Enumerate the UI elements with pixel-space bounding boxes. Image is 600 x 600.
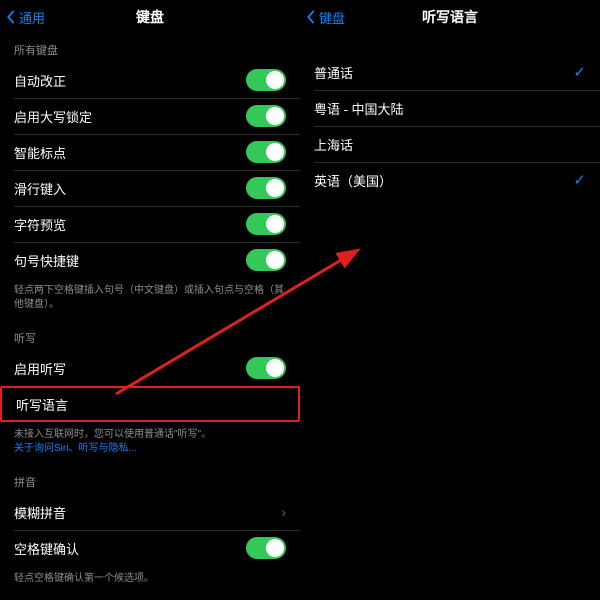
toggle-icon[interactable] [246, 177, 286, 199]
chevron-left-icon [306, 10, 316, 24]
row-period-shortcut[interactable]: 句号快捷键 [0, 242, 300, 278]
check-icon: ✓ [573, 171, 586, 189]
label: 字符预览 [14, 215, 66, 234]
label: 粤语 - 中国大陆 [314, 99, 404, 118]
back-button-general[interactable]: 通用 [6, 8, 45, 27]
label: 听写语言 [16, 395, 68, 414]
label: 句号快捷键 [14, 251, 79, 270]
back-label: 键盘 [319, 8, 345, 27]
row-caps-lock[interactable]: 启用大写锁定 [0, 98, 300, 134]
label: 启用大写锁定 [14, 107, 92, 126]
toggle-icon[interactable] [246, 213, 286, 235]
row-space-confirm[interactable]: 空格键确认 [0, 530, 300, 566]
row-auto-correct[interactable]: 自动改正 [0, 62, 300, 98]
row-fuzzy-pinyin[interactable]: 模糊拼音 › [0, 494, 300, 530]
left-navbar: 通用 键盘 [0, 0, 300, 34]
footer-period: 轻点两下空格键插入句号（中文键盘）或插入句点与空格（其他键盘）。 [0, 278, 300, 322]
toggle-icon[interactable] [246, 537, 286, 559]
chevron-right-icon: › [281, 504, 286, 520]
settings-keyboard-pane: 通用 键盘 所有键盘 自动改正 启用大写锁定 智能标点 滑行键入 字符预览 句号… [0, 0, 300, 600]
toggle-icon[interactable] [246, 357, 286, 379]
row-char-preview[interactable]: 字符预览 [0, 206, 300, 242]
toggle-icon[interactable] [246, 69, 286, 91]
group-all-keyboards: 所有键盘 [0, 34, 300, 62]
lang-item-english-us[interactable]: 英语（美国） ✓ [300, 162, 600, 198]
lang-item-shanghainese[interactable]: 上海话 [300, 126, 600, 162]
label: 智能标点 [14, 143, 66, 162]
label: 上海话 [314, 135, 353, 154]
page-title: 键盘 [136, 7, 164, 27]
label: 自动改正 [14, 71, 66, 90]
label: 英语（美国） [314, 171, 392, 190]
label: 启用听写 [14, 359, 66, 378]
toggle-icon[interactable] [246, 141, 286, 163]
footer-dictation: 未接入互联网时，您可以使用普通话"听写"。 关于询问Siri、听写与隐私... [0, 422, 300, 466]
label: 滑行键入 [14, 179, 66, 198]
label: 空格键确认 [14, 539, 79, 558]
chevron-left-icon [6, 10, 16, 24]
toggle-icon[interactable] [246, 249, 286, 271]
dictation-languages-pane: 键盘 听写语言 普通话 ✓ 粤语 - 中国大陆 上海话 英语（美国） ✓ [300, 0, 600, 600]
group-dictation: 听写 [0, 322, 300, 350]
footer-text: 未接入互联网时，您可以使用普通话"听写"。 [14, 429, 211, 440]
label: 模糊拼音 [14, 503, 66, 522]
row-enable-dictation[interactable]: 启用听写 [0, 350, 300, 386]
page-title: 听写语言 [422, 7, 478, 27]
right-navbar: 键盘 听写语言 [300, 0, 600, 34]
row-smart-punctuation[interactable]: 智能标点 [0, 134, 300, 170]
group-english: 英语 [0, 596, 300, 600]
back-button-keyboard[interactable]: 键盘 [306, 8, 345, 27]
toggle-icon[interactable] [246, 105, 286, 127]
siri-privacy-link[interactable]: 关于询问Siri、听写与隐私... [14, 443, 137, 454]
check-icon: ✓ [573, 63, 586, 81]
group-pinyin: 拼音 [0, 466, 300, 494]
row-slide-type[interactable]: 滑行键入 [0, 170, 300, 206]
back-label: 通用 [19, 8, 45, 27]
lang-item-mandarin[interactable]: 普通话 ✓ [300, 54, 600, 90]
footer-space: 轻点空格键确认第一个候选项。 [0, 566, 300, 596]
lang-item-cantonese[interactable]: 粤语 - 中国大陆 [300, 90, 600, 126]
label: 普通话 [314, 63, 353, 82]
row-dictation-languages[interactable]: 听写语言 [0, 386, 300, 422]
